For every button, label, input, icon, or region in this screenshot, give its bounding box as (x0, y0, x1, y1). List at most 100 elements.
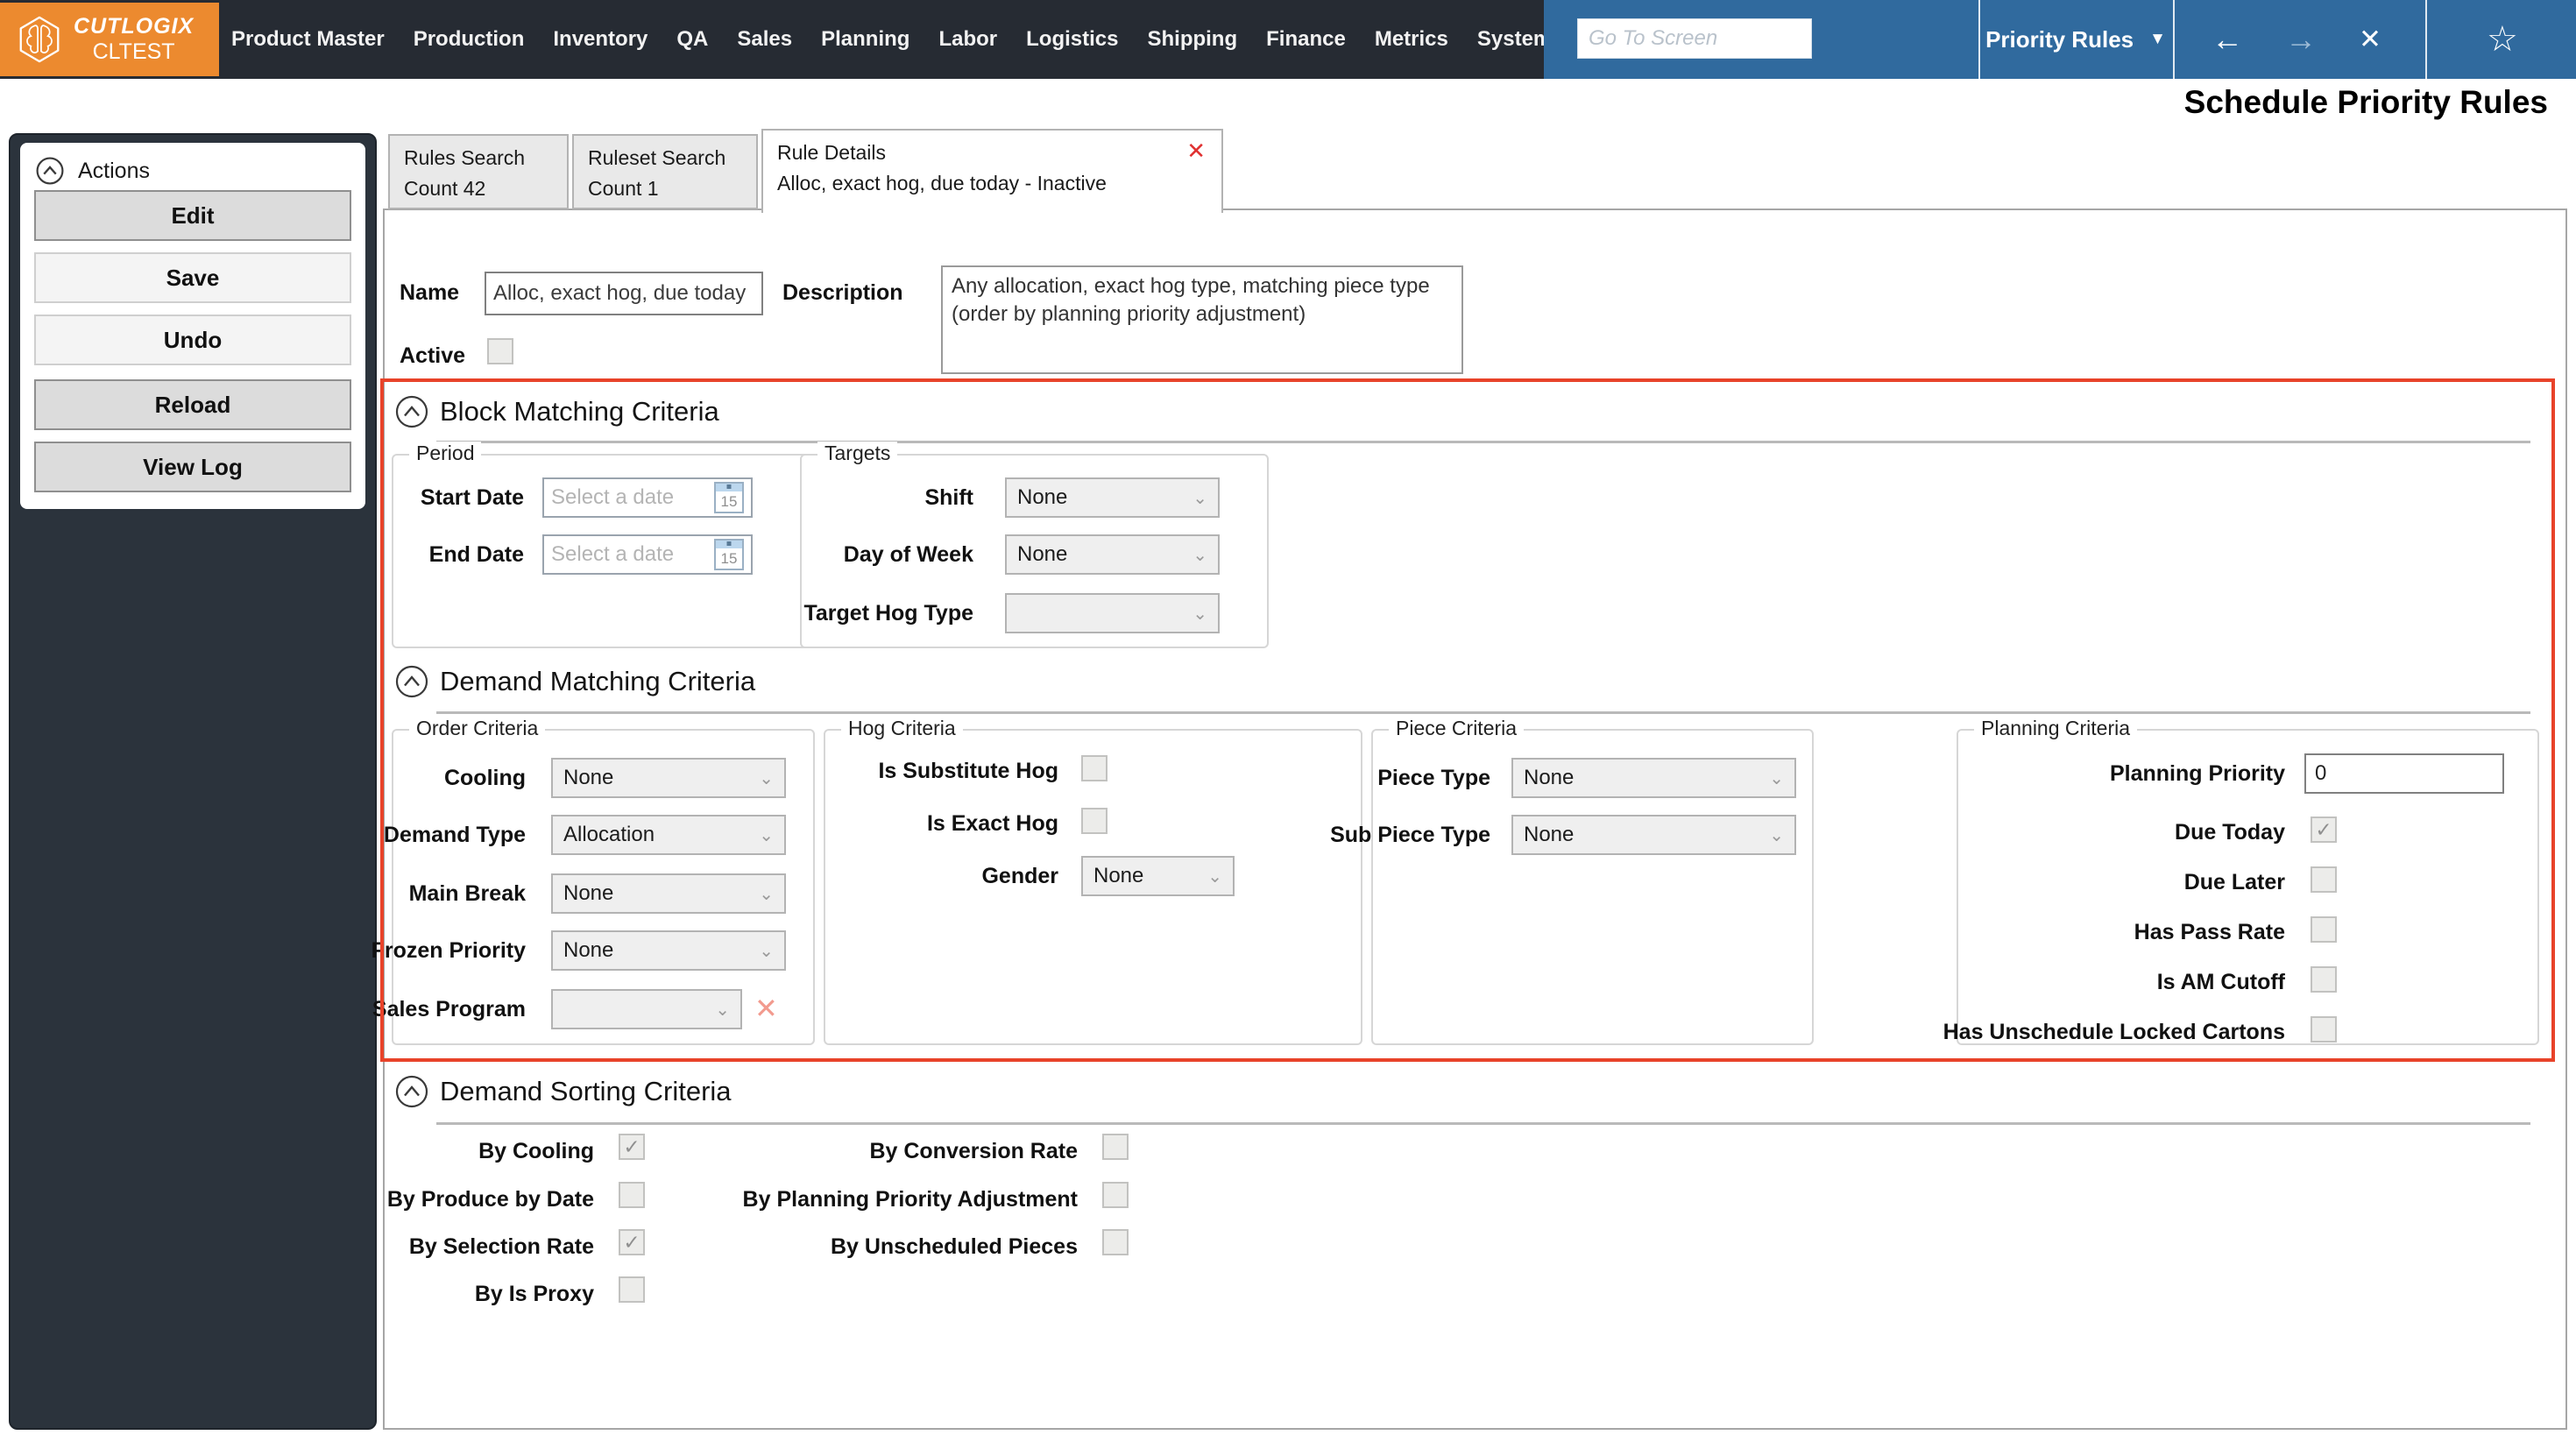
page-title: Schedule Priority Rules (2183, 84, 2548, 120)
start-date-input[interactable]: Select a date 15 (542, 477, 753, 518)
dropdown-triangle-icon: ▼ (2149, 30, 2166, 48)
by-unscheduled-pieces-checkbox[interactable] (1102, 1229, 1129, 1255)
menu-item-sales[interactable]: Sales (737, 27, 792, 52)
day-of-week-dropdown[interactable]: None ⌄ (1005, 534, 1220, 575)
environment-name: CLTEST (92, 39, 175, 64)
by-planning-priority-adjustment-checkbox[interactable] (1102, 1182, 1129, 1208)
collapse-chevron-icon[interactable] (394, 394, 429, 429)
view-log-button[interactable]: View Log (34, 442, 351, 492)
menu-item-inventory[interactable]: Inventory (553, 27, 648, 52)
main-break-dropdown[interactable]: None ⌄ (551, 873, 786, 914)
screen-selector-value: Priority Rules (1985, 25, 2134, 53)
topbar-blue-section: Priority Rules ▼ ← → ✕ ☆ (1544, 0, 2576, 79)
calendar-icon[interactable]: 15 (714, 539, 744, 570)
screen-selector-dropdown[interactable]: Priority Rules ▼ (1980, 0, 2171, 79)
is-substitute-hog-checkbox[interactable] (1081, 755, 1108, 781)
app-window: CUTLOGIX CLTEST Product Master Productio… (0, 0, 2576, 1435)
demand-type-label: Demand Type (383, 823, 526, 847)
by-produce-by-date-checkbox[interactable] (619, 1182, 645, 1208)
back-arrow-icon[interactable]: ← (2212, 0, 2243, 79)
piece-type-dropdown[interactable]: None ⌄ (1511, 758, 1796, 798)
by-produce-by-date-label: By Produce by Date (386, 1187, 594, 1212)
due-today-checkbox[interactable]: ✓ (2311, 816, 2337, 843)
menu-item-system[interactable]: System (1477, 27, 1552, 52)
menu-item-qa[interactable]: QA (676, 27, 708, 52)
has-pass-rate-checkbox[interactable] (2311, 916, 2337, 943)
close-screen-icon[interactable]: ✕ (2359, 0, 2381, 79)
tab-rule-details[interactable]: Rule Details Alloc, exact hog, due today… (761, 129, 1223, 213)
active-checkbox[interactable] (487, 338, 513, 364)
target-hog-type-label: Target Hog Type (803, 601, 973, 626)
actions-panel-title: Actions (78, 158, 150, 183)
is-exact-hog-label: Is Exact Hog (926, 811, 1058, 836)
description-textarea[interactable]: Any allocation, exact hog type, matching… (941, 265, 1463, 374)
tab-ruleset-search[interactable]: Ruleset Search Count 1 (572, 134, 758, 209)
by-cooling-label: By Cooling (478, 1139, 594, 1163)
by-unscheduled-pieces-label: By Unscheduled Pieces (830, 1234, 1078, 1259)
menu-item-production[interactable]: Production (414, 27, 525, 52)
cooling-value: None (563, 766, 614, 789)
main-menu: Product Master Production Inventory QA S… (231, 0, 1552, 79)
chevron-down-icon: ⌄ (715, 1000, 730, 1020)
collapse-chevron-icon[interactable] (394, 1074, 429, 1109)
planning-criteria-legend: Planning Criteria (1974, 717, 2138, 740)
section-divider (436, 1122, 2530, 1125)
goto-screen-input[interactable] (1577, 18, 1812, 59)
target-hog-type-dropdown[interactable]: ⌄ (1005, 593, 1220, 633)
tab-close-icon[interactable]: ✕ (1186, 138, 1206, 165)
start-date-label: Start Date (420, 485, 524, 510)
demand-type-dropdown[interactable]: Allocation ⌄ (551, 815, 786, 855)
end-date-input[interactable]: Select a date 15 (542, 534, 753, 575)
undo-button[interactable]: Undo (34, 315, 351, 365)
sub-piece-type-dropdown[interactable]: None ⌄ (1511, 815, 1796, 855)
planning-priority-input[interactable] (2304, 753, 2504, 794)
by-is-proxy-label: By Is Proxy (474, 1282, 594, 1306)
collapse-chevron-icon[interactable] (394, 664, 429, 699)
cooling-dropdown[interactable]: None ⌄ (551, 758, 786, 798)
tab-rules-search[interactable]: Rules Search Count 42 (388, 134, 569, 209)
menu-item-logistics[interactable]: Logistics (1026, 27, 1118, 52)
by-is-proxy-checkbox[interactable] (619, 1276, 645, 1303)
shift-dropdown[interactable]: None ⌄ (1005, 477, 1220, 518)
topbar-separator (2425, 0, 2427, 79)
favorite-star-icon[interactable]: ☆ (2487, 0, 2518, 79)
calendar-icon[interactable]: 15 (714, 482, 744, 513)
gender-dropdown[interactable]: None ⌄ (1081, 856, 1235, 896)
is-am-cutoff-checkbox[interactable] (2311, 966, 2337, 993)
menu-item-product-master[interactable]: Product Master (231, 27, 385, 52)
due-later-checkbox[interactable] (2311, 866, 2337, 893)
forward-arrow-icon[interactable]: → (2285, 0, 2317, 79)
collapse-chevron-icon[interactable] (34, 155, 66, 187)
day-of-week-value: None (1017, 542, 1068, 566)
piece-type-value: None (1524, 766, 1575, 789)
is-exact-hog-checkbox[interactable] (1081, 808, 1108, 834)
by-conversion-rate-checkbox[interactable] (1102, 1134, 1129, 1160)
menu-item-labor[interactable]: Labor (938, 27, 997, 52)
clear-sales-program-icon[interactable]: ✕ (754, 992, 778, 1025)
chevron-down-icon: ⌄ (759, 884, 774, 904)
due-today-label: Due Today (2175, 820, 2285, 845)
cooling-label: Cooling (443, 766, 526, 790)
menu-item-planning[interactable]: Planning (821, 27, 909, 52)
tab-count: Count 42 (404, 177, 486, 200)
brand-name: CUTLOGIX (74, 14, 195, 39)
save-button[interactable]: Save (34, 252, 351, 303)
reload-button[interactable]: Reload (34, 379, 351, 430)
has-unschedule-locked-cartons-checkbox[interactable] (2311, 1016, 2337, 1043)
main-break-label: Main Break (408, 881, 526, 906)
menu-item-shipping[interactable]: Shipping (1147, 27, 1237, 52)
by-cooling-checkbox[interactable]: ✓ (619, 1134, 645, 1160)
by-selection-rate-checkbox[interactable]: ✓ (619, 1229, 645, 1255)
sales-program-label: Sales Program (372, 997, 526, 1021)
actions-sidebar: Actions Edit Save Undo Reload View Log (9, 133, 377, 1430)
menu-item-metrics[interactable]: Metrics (1375, 27, 1448, 52)
frozen-priority-dropdown[interactable]: None ⌄ (551, 930, 786, 971)
frozen-priority-value: None (563, 938, 614, 962)
end-date-label: End Date (428, 542, 524, 567)
edit-button[interactable]: Edit (34, 190, 351, 241)
tab-label: Ruleset Search (588, 146, 726, 169)
name-input[interactable] (485, 272, 763, 315)
sales-program-dropdown[interactable]: ⌄ (551, 989, 742, 1029)
sub-piece-type-value: None (1524, 823, 1575, 846)
menu-item-finance[interactable]: Finance (1266, 27, 1346, 52)
